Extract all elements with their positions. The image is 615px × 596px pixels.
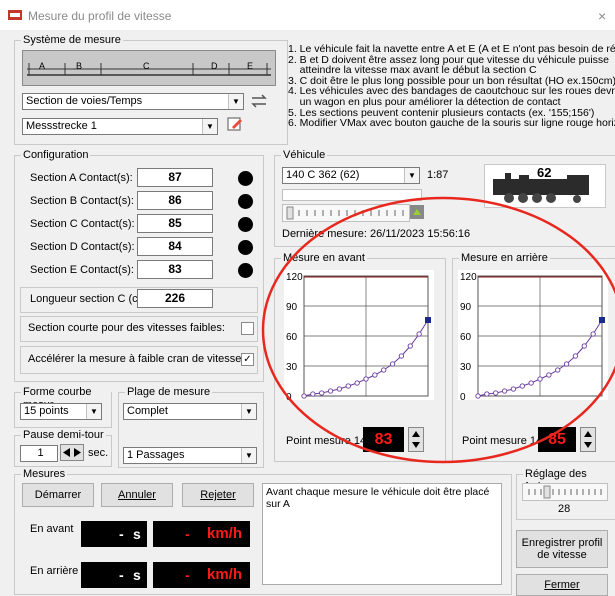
- app-icon: [8, 10, 22, 20]
- status-dot: [238, 171, 253, 186]
- status-dot: [238, 194, 253, 209]
- section-b-input[interactable]: 86: [137, 191, 213, 210]
- demarrer-button[interactable]: Démarrer: [22, 483, 94, 507]
- chevron-down-icon: ▼: [404, 168, 419, 183]
- pause-spinner[interactable]: [60, 444, 84, 461]
- note-text: Avant chaque mesure le véhicule doit êtr…: [266, 486, 490, 510]
- measure-track-select[interactable]: Messstrecke 1 ▼: [22, 118, 218, 135]
- avant-speed-value: -: [185, 526, 190, 542]
- pause-unit: sec.: [88, 447, 109, 459]
- accel-label: Accélérer la mesure à faible cran de vit…: [28, 353, 245, 365]
- chevron-down-icon: ▼: [86, 404, 101, 419]
- section-a-label: Section A Contact(s):: [30, 172, 133, 184]
- freins-slider[interactable]: [522, 483, 608, 501]
- avant-speed-unit: km/h: [207, 525, 243, 542]
- courte-checkbox[interactable]: [241, 322, 254, 335]
- plage-legend: Plage de mesure: [125, 386, 213, 399]
- arriere-time-value: -: [119, 567, 124, 583]
- forme-value: 15 points: [24, 405, 69, 417]
- instruction-line: 1. Le véhicule fait la navette entre A e…: [288, 44, 615, 55]
- section-type-select[interactable]: Section de voies/Temps ▼: [22, 93, 244, 110]
- instruction-line: 6. Modifier VMax avec bouton gauche de l…: [288, 117, 615, 129]
- plage-select[interactable]: Complet ▼: [123, 403, 257, 420]
- arriere-speed-display: - km/h: [153, 562, 250, 588]
- accel-checkbox[interactable]: ✓: [241, 353, 254, 366]
- track-label-e: E: [247, 61, 254, 71]
- scale-label: 1:87: [427, 169, 449, 181]
- freins-value: 28: [558, 503, 571, 515]
- avant-time-value: -: [119, 526, 124, 542]
- avant-speed-display: - km/h: [153, 521, 250, 547]
- systeme-legend: Système de mesure: [21, 34, 123, 47]
- track-label-b: B: [76, 61, 83, 71]
- close-icon[interactable]: ×: [598, 8, 606, 24]
- status-dot: [238, 217, 253, 232]
- pause-value: 1: [37, 447, 44, 459]
- arriere-time-unit: s: [133, 567, 141, 583]
- section-d-input[interactable]: 84: [137, 237, 213, 256]
- vehicle-value: 140 C 362 (62): [286, 169, 360, 181]
- freins-slider-ticks: [528, 485, 602, 499]
- configuration-legend: Configuration: [21, 149, 91, 162]
- enregistrer-button[interactable]: Enregistrer profil de vitesse: [516, 530, 608, 568]
- chevron-down-icon: ▼: [241, 404, 256, 419]
- track-label-c: C: [143, 61, 150, 71]
- longueur-input[interactable]: 226: [137, 289, 213, 308]
- courte-label: Section courte pour des vitesses faibles…: [28, 322, 225, 334]
- passages-select[interactable]: 1 Passages ▼: [123, 447, 257, 464]
- mesures-legend: Mesures: [21, 468, 68, 481]
- arriere-time-display: - s: [81, 562, 147, 588]
- chevron-down-icon: ▼: [228, 94, 243, 109]
- plage-value: Complet: [127, 405, 168, 417]
- section-d-label: Section D Contact(s):: [30, 241, 135, 253]
- track-label-d: D: [211, 61, 218, 71]
- annotation-ellipse: [261, 196, 615, 464]
- en-avant-label: En avant: [30, 523, 74, 535]
- instructions: 1. Le véhicule fait la navette entre A e…: [288, 44, 615, 129]
- window-title: Mesure du profil de vitesse: [28, 9, 172, 23]
- instruction-line: un wagon en plus pour améliorer la détec…: [288, 95, 561, 108]
- edit-icon[interactable]: [227, 116, 243, 132]
- pause-legend: Pause demi-tour: [21, 429, 106, 442]
- note-box: Avant chaque mesure le véhicule doit êtr…: [262, 483, 502, 585]
- en-arriere-label: En arrière: [30, 565, 79, 577]
- section-c-input[interactable]: 85: [137, 214, 213, 233]
- track-label-a: A: [39, 61, 46, 71]
- avant-time-unit: s: [133, 526, 141, 542]
- left-right-arrows-icon: [63, 448, 81, 457]
- section-e-label: Section E Contact(s):: [30, 264, 134, 276]
- section-type-value: Section de voies/Temps: [26, 95, 143, 107]
- forme-select[interactable]: 15 points ▼: [20, 403, 102, 420]
- measure-track-value: Messstrecke 1: [26, 120, 97, 132]
- longueur-label: Longueur section C (cm):: [30, 293, 154, 305]
- enregistrer-label: Enregistrer profil de vitesse: [521, 537, 603, 561]
- status-dot: [238, 263, 253, 278]
- chevron-down-icon: ▼: [241, 448, 256, 463]
- section-c-label: Section C Contact(s):: [30, 218, 135, 230]
- chevron-down-icon: ▼: [202, 119, 217, 134]
- pause-input[interactable]: 1: [20, 445, 58, 462]
- section-e-input[interactable]: 83: [137, 260, 213, 279]
- passages-value: 1 Passages: [127, 449, 185, 461]
- section-b-label: Section B Contact(s):: [30, 195, 134, 207]
- section-a-input[interactable]: 87: [137, 168, 213, 187]
- vehicle-select[interactable]: 140 C 362 (62) ▼: [282, 167, 420, 184]
- vehicule-legend: Véhicule: [281, 149, 328, 162]
- arriere-speed-unit: km/h: [207, 566, 243, 583]
- arriere-speed-value: -: [185, 567, 190, 583]
- status-dot: [238, 240, 253, 255]
- avant-time-display: - s: [81, 521, 147, 547]
- annuler-button[interactable]: Annuler: [101, 483, 173, 507]
- loco-number: 62: [537, 165, 552, 180]
- rejeter-button[interactable]: Rejeter: [182, 483, 254, 507]
- swap-icon[interactable]: [248, 92, 270, 110]
